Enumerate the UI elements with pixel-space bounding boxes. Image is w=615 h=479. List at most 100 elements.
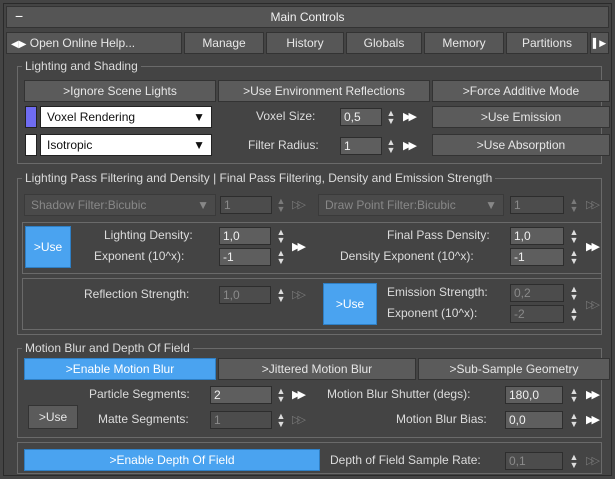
filter-radius-input[interactable]: 1 <box>340 137 382 155</box>
density-exponent-label: Density Exponent (10^x): <box>340 249 474 263</box>
lighting-group-title: Lighting and Shading <box>22 59 141 73</box>
density-exponent-spinner-icon[interactable]: ▲ ▼ <box>568 249 580 267</box>
point-filter-dropdown[interactable]: Draw Point Filter:Bicubic ▼ <box>318 194 504 216</box>
chevron-down-icon: ▼ <box>193 110 205 124</box>
filter-radius-label: Filter Radius: <box>248 138 319 152</box>
fast-forward-icon[interactable]: ▶▶ <box>586 386 600 404</box>
use-emission-strength-button[interactable]: >Use <box>323 283 377 325</box>
lighting-density-input[interactable]: 1,0 <box>219 227 271 245</box>
tab-bar: ◀▶ Open Online Help... Manage History Gl… <box>6 32 609 54</box>
use-emission-button[interactable]: >Use Emission <box>432 106 610 128</box>
reflection-spinner-icon[interactable]: ▲ ▼ <box>275 287 287 305</box>
emission-exp-spinner-icon[interactable]: ▲ ▼ <box>568 306 580 324</box>
fast-forward-icon[interactable]: ▶▶ <box>586 238 600 256</box>
motion-blur-group-title: Motion Blur and Depth Of Field <box>22 341 193 355</box>
shadow-filter-input[interactable]: 1 <box>220 196 272 214</box>
tab-globals[interactable]: Globals <box>346 32 422 54</box>
ignore-scene-lights-button[interactable]: >Ignore Scene Lights <box>24 80 216 102</box>
fast-forward-icon[interactable]: ▷▷ <box>586 296 600 314</box>
enable-dof-button[interactable]: >Enable Depth Of Field <box>24 449 320 471</box>
lighting-density-label: Lighting Density: <box>104 228 193 242</box>
exponent-input[interactable]: -1 <box>219 248 271 266</box>
tab-scroll-right-icon[interactable]: ▌▶ <box>590 32 609 54</box>
fast-forward-icon[interactable]: ▷▷ <box>586 196 600 214</box>
emission-strength-input[interactable]: 0,2 <box>510 284 564 302</box>
exponent-spinner-icon[interactable]: ▲ ▼ <box>275 249 287 267</box>
dof-rate-input[interactable]: 0,1 <box>505 452 563 470</box>
blur-bias-input[interactable]: 0,0 <box>505 411 563 429</box>
reflection-strength-label: Reflection Strength: <box>84 287 190 301</box>
final-density-label: Final Pass Density: <box>387 228 490 242</box>
particle-segments-input[interactable]: 2 <box>210 386 272 404</box>
lighting-density-spinner-icon[interactable]: ▲ ▼ <box>275 228 287 246</box>
emission-strength-label: Emission Strength: <box>387 285 488 299</box>
dof-rate-label: Depth of Field Sample Rate: <box>330 453 481 467</box>
render-mode-dropdown[interactable]: Voxel Rendering ▼ <box>40 106 212 128</box>
final-density-input[interactable]: 1,0 <box>510 227 564 245</box>
chevron-down-icon: ▼ <box>193 138 205 152</box>
tab-history[interactable]: History <box>266 32 344 54</box>
tab-partitions[interactable]: Partitions <box>506 32 588 54</box>
blur-bias-label: Motion Blur Bias: <box>396 412 487 426</box>
isotropic-color-swatch[interactable] <box>25 134 37 156</box>
jittered-motion-blur-button[interactable]: >Jittered Motion Blur <box>218 358 416 380</box>
enable-motion-blur-button[interactable]: >Enable Motion Blur <box>24 358 216 380</box>
use-density-button[interactable]: >Use <box>25 226 71 268</box>
chevron-down-icon: ▼ <box>485 198 497 212</box>
point-spinner-icon[interactable]: ▲ ▼ <box>568 197 580 215</box>
voxel-size-input[interactable]: 0,5 <box>340 108 382 126</box>
exponent-label: Exponent (10^x): <box>94 249 185 263</box>
sub-sample-geometry-button[interactable]: >Sub-Sample Geometry <box>418 358 610 380</box>
density-exponent-input[interactable]: -1 <box>510 248 564 266</box>
fast-forward-icon[interactable]: ▶▶ <box>292 238 306 256</box>
emission-spinner-icon[interactable]: ▲ ▼ <box>568 285 580 303</box>
shutter-spinner-icon[interactable]: ▲ ▼ <box>568 387 580 405</box>
use-segments-button[interactable]: >Use <box>28 405 78 429</box>
dof-spinner-icon[interactable]: ▲ ▼ <box>568 453 580 471</box>
render-mode-value: Voxel Rendering <box>47 110 136 124</box>
bias-spinner-icon[interactable]: ▲ ▼ <box>568 412 580 430</box>
voxel-size-label: Voxel Size: <box>256 109 316 123</box>
fast-forward-icon[interactable]: ▷▷ <box>292 411 306 429</box>
fast-forward-icon[interactable]: ▶▶ <box>586 411 600 429</box>
fast-forward-icon[interactable]: ▷▷ <box>586 452 600 470</box>
filter-radius-spinner-icon[interactable]: ▲ ▼ <box>385 138 397 156</box>
filtering-group-title: Lighting Pass Filtering and Density | Fi… <box>22 171 496 185</box>
emission-exponent-input[interactable]: -2 <box>510 305 564 323</box>
matte-segments-label: Matte Segments: <box>98 412 189 426</box>
use-absorption-button[interactable]: >Use Absorption <box>432 134 610 156</box>
matte-spinner-icon[interactable]: ▲ ▼ <box>275 412 287 430</box>
fast-forward-icon[interactable]: ▶▶ <box>403 137 417 155</box>
fast-forward-icon[interactable]: ▷▷ <box>292 196 306 214</box>
use-env-reflections-button[interactable]: >Use Environment Reflections <box>218 80 430 102</box>
tab-online-help[interactable]: ◀▶ Open Online Help... <box>6 32 182 54</box>
shutter-input[interactable]: 180,0 <box>505 386 563 404</box>
fast-forward-icon[interactable]: ▷▷ <box>292 286 306 304</box>
voxel-size-spinner-icon[interactable]: ▲ ▼ <box>385 109 397 127</box>
final-density-spinner-icon[interactable]: ▲ ▼ <box>568 228 580 246</box>
point-filter-input[interactable]: 1 <box>510 196 564 214</box>
tab-label: Open Online Help... <box>29 36 136 50</box>
main-controls-rollout[interactable]: − Main Controls <box>6 6 609 28</box>
tab-memory[interactable]: Memory <box>424 32 504 54</box>
voxel-color-swatch[interactable] <box>25 106 37 128</box>
shadow-spinner-icon[interactable]: ▲ ▼ <box>275 197 287 215</box>
scroll-left-right-icon[interactable]: ◀▶ <box>11 39 26 50</box>
particle-segments-label: Particle Segments: <box>89 387 190 401</box>
shutter-label: Motion Blur Shutter (degs): <box>327 387 471 401</box>
shading-mode-dropdown[interactable]: Isotropic ▼ <box>40 134 212 156</box>
force-additive-button[interactable]: >Force Additive Mode <box>432 80 610 102</box>
rollout-title: Main Controls <box>270 10 345 24</box>
point-filter-value: Draw Point Filter:Bicubic <box>325 198 456 212</box>
fast-forward-icon[interactable]: ▶▶ <box>403 108 417 126</box>
shading-mode-value: Isotropic <box>47 138 93 152</box>
chevron-down-icon: ▼ <box>197 198 209 212</box>
emission-exponent-label: Exponent (10^x): <box>387 306 478 320</box>
tab-manage[interactable]: Manage <box>184 32 264 54</box>
matte-segments-input[interactable]: 1 <box>210 411 272 429</box>
shadow-filter-value: Shadow Filter:Bicubic <box>31 198 147 212</box>
fast-forward-icon[interactable]: ▶▶ <box>292 386 306 404</box>
particle-spinner-icon[interactable]: ▲ ▼ <box>275 387 287 405</box>
shadow-filter-dropdown[interactable]: Shadow Filter:Bicubic ▼ <box>24 194 216 216</box>
reflection-strength-input[interactable]: 1,0 <box>219 286 271 304</box>
